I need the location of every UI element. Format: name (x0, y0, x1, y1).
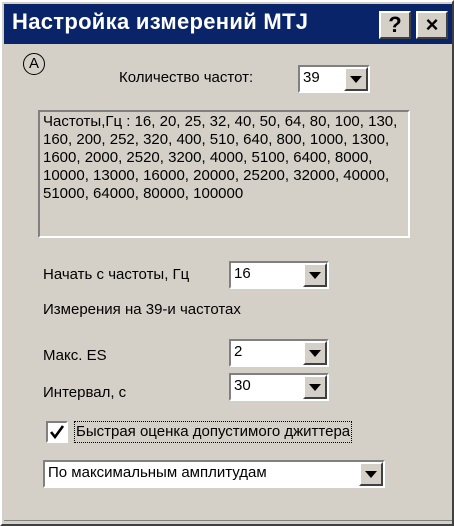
chevron-down-icon (309, 271, 321, 279)
freq-count-select[interactable]: 39 (298, 65, 370, 93)
frequency-list: Частоты,Гц : 16, 20, 25, 32, 40, 50, 64,… (38, 110, 410, 238)
jitter-checkbox[interactable] (46, 421, 68, 443)
amplitude-mode-select[interactable]: По максимальным амплитудам (43, 460, 385, 488)
close-icon: × (425, 12, 439, 37)
start-freq-dropdown-button[interactable] (303, 263, 327, 287)
interval-value: 30 (234, 377, 251, 394)
freq-count-label: Количество частот: (119, 69, 254, 86)
help-icon: ? (388, 12, 402, 37)
start-freq-label: Начать с частоты, Гц (43, 266, 190, 283)
interval-select[interactable]: 30 (229, 373, 329, 401)
interval-label: Интервал, с (43, 384, 127, 401)
measurement-info: Измерения на 39-и частотах (43, 301, 241, 318)
checkmark-icon (49, 425, 65, 440)
max-es-dropdown-button[interactable] (303, 341, 327, 365)
window-title: Настройка измерений MTJ (12, 9, 309, 34)
amplitude-mode-value: По максимальным амплитудам (48, 464, 267, 481)
help-button[interactable]: ? (379, 11, 411, 39)
chevron-down-icon (309, 383, 321, 391)
start-freq-select[interactable]: 16 (229, 261, 329, 289)
amplitude-mode-dropdown-button[interactable] (359, 462, 383, 486)
start-freq-value: 16 (234, 265, 251, 282)
bottom-divider (4, 520, 452, 521)
chevron-down-icon (365, 470, 377, 478)
interval-dropdown-button[interactable] (303, 375, 327, 399)
max-es-value: 2 (234, 343, 243, 360)
jitter-checkbox-label[interactable]: Быстрая оценка допустимого джиттера (74, 421, 353, 443)
title-bar[interactable]: Настройка измерений MTJ ? × (4, 4, 452, 44)
max-es-select[interactable]: 2 (229, 339, 329, 367)
chevron-down-icon (309, 349, 321, 357)
circled-a-marker: A (23, 53, 45, 75)
freq-count-dropdown-button[interactable] (344, 67, 368, 91)
close-button[interactable]: × (416, 11, 448, 39)
chevron-down-icon (350, 75, 362, 83)
dialog-window: Настройка измерений MTJ ? × A Количество… (0, 0, 454, 526)
max-es-label: Макс. ES (43, 347, 107, 364)
freq-count-value: 39 (303, 69, 320, 86)
